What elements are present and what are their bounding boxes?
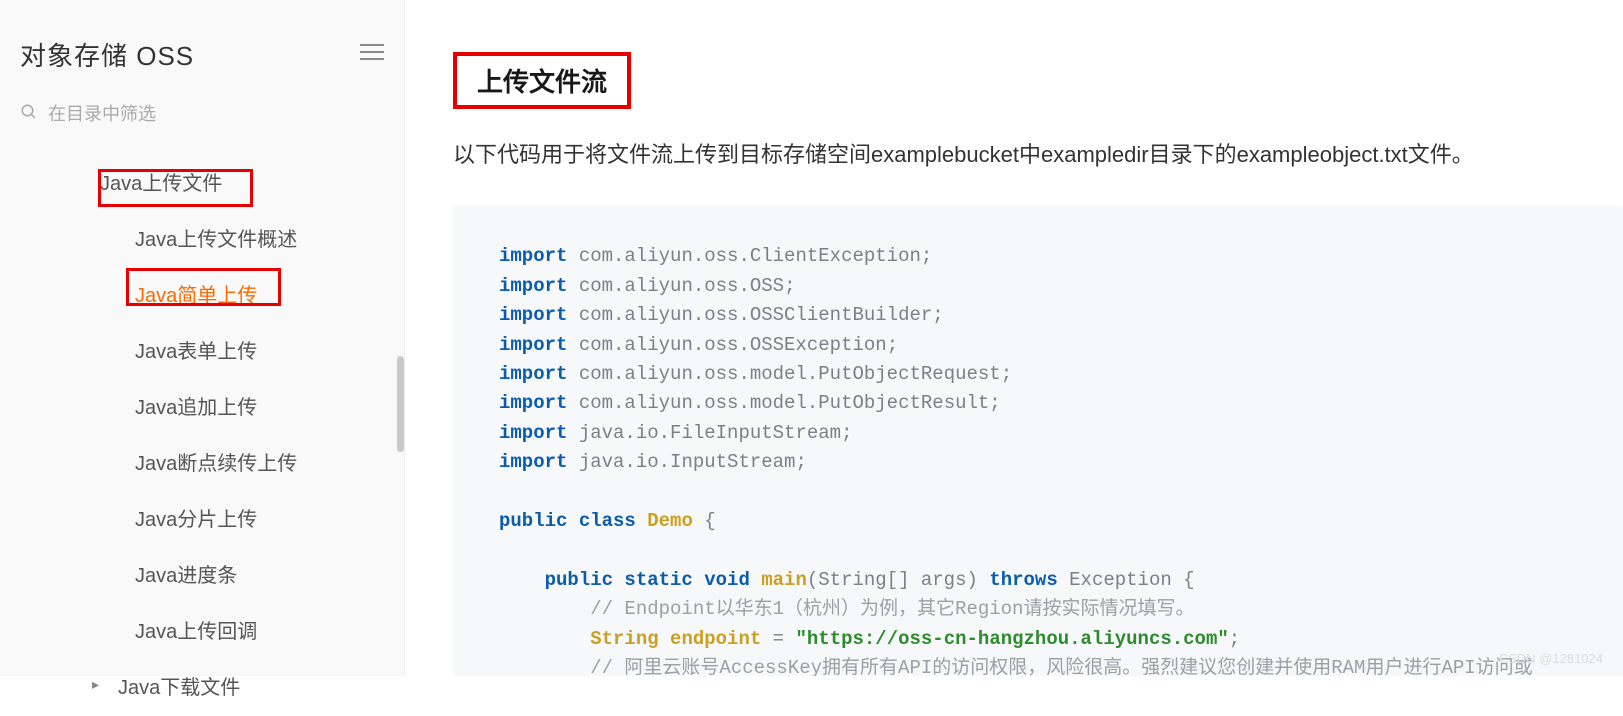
sidebar-header: 对象存储 OSS xyxy=(0,0,404,93)
sidebar-item-label: Java进度条 xyxy=(135,565,237,587)
sidebar-item-java-simple-upload[interactable]: Java简单上传 xyxy=(0,268,404,324)
sidebar-item-label: Java断点续传上传 xyxy=(135,453,297,475)
sidebar-item-label: Java上传回调 xyxy=(135,621,257,643)
scrollbar-thumb[interactable] xyxy=(397,356,404,452)
sidebar-item-java-progress[interactable]: Java进度条 xyxy=(0,548,404,604)
sidebar-item-java-append-upload[interactable]: Java追加上传 xyxy=(0,380,404,436)
sidebar: 对象存储 OSS Java上传文件 Java上传文件概述 Java简单上传 Ja… xyxy=(0,0,405,676)
sidebar-item-java-upload[interactable]: Java上传文件 xyxy=(0,156,404,212)
search-input[interactable] xyxy=(48,104,384,125)
menu-icon[interactable] xyxy=(360,43,384,66)
sidebar-title: 对象存储 OSS xyxy=(20,36,194,73)
sidebar-item-label: Java上传文件 xyxy=(100,173,222,195)
page-title: 上传文件流 xyxy=(453,52,631,109)
sidebar-item-label: Java简单上传 xyxy=(135,285,257,307)
sidebar-item-java-download[interactable]: Java下载文件 xyxy=(0,660,404,716)
content-area: 上传文件流 以下代码用于将文件流上传到目标存储空间examplebucket中e… xyxy=(405,0,1623,676)
sidebar-item-java-callback[interactable]: Java上传回调 xyxy=(0,604,404,660)
sidebar-item-label: Java表单上传 xyxy=(135,341,257,363)
code-block: import com.aliyun.oss.ClientException; i… xyxy=(453,206,1623,676)
nav-list: Java上传文件 Java上传文件概述 Java简单上传 Java表单上传 Ja… xyxy=(0,144,404,716)
sidebar-item-label: Java分片上传 xyxy=(135,509,257,531)
sidebar-item-java-multipart-upload[interactable]: Java分片上传 xyxy=(0,492,404,548)
sidebar-item-java-upload-overview[interactable]: Java上传文件概述 xyxy=(0,212,404,268)
sidebar-item-label: Java下载文件 xyxy=(118,677,240,699)
search-row xyxy=(0,93,404,144)
sidebar-item-label: Java上传文件概述 xyxy=(135,229,297,251)
sidebar-item-label: Java追加上传 xyxy=(135,397,257,419)
search-icon xyxy=(20,103,38,126)
sidebar-item-java-form-upload[interactable]: Java表单上传 xyxy=(0,324,404,380)
page-description: 以下代码用于将文件流上传到目标存储空间examplebucket中example… xyxy=(453,137,1623,172)
sidebar-item-java-resumable-upload[interactable]: Java断点续传上传 xyxy=(0,436,404,492)
